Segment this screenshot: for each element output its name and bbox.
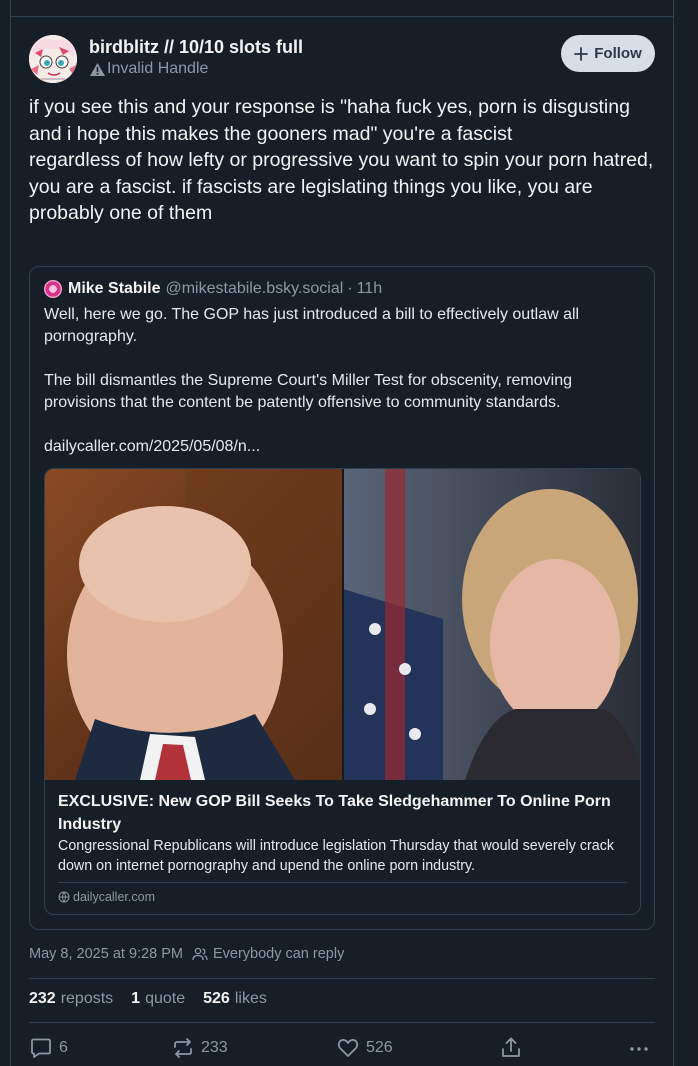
quoted-dot-separator: · — [347, 280, 353, 297]
link-card-divider — [58, 882, 627, 883]
divider — [29, 978, 655, 979]
repost-icon — [174, 1038, 192, 1058]
post-paragraph: regardless of how lefty or progressive y… — [29, 149, 659, 225]
follow-button[interactable]: Follow — [561, 35, 655, 72]
quoted-author-avatar[interactable] — [44, 280, 62, 298]
quoted-post-body: Well, here we go. The GOP has just intro… — [44, 304, 644, 458]
link-card-domain-text: dailycaller.com — [73, 890, 155, 904]
link-preview-card[interactable]: EXCLUSIVE: New GOP Bill Seeks To Take Sl… — [44, 468, 641, 915]
reply-button[interactable]: 6 — [29, 1036, 68, 1060]
handle-status-text: Invalid Handle — [107, 60, 209, 77]
reply-icon — [31, 1038, 51, 1058]
follow-button-label: Follow — [594, 45, 642, 62]
quoted-paragraph: The bill dismantles the Supreme Court's … — [44, 372, 573, 411]
author-display-name[interactable]: birdblitz // 10/10 slots full — [89, 37, 303, 58]
repost-count: 233 — [201, 1039, 228, 1056]
post-actions: 6 233 526 — [29, 1036, 655, 1062]
divider — [29, 1022, 655, 1023]
more-options-button[interactable] — [627, 1036, 651, 1060]
warning-icon — [90, 62, 105, 76]
author-avatar[interactable] — [29, 35, 77, 83]
share-button[interactable] — [499, 1036, 523, 1060]
post-paragraph: if you see this and your response is "ha… — [29, 96, 636, 145]
previous-post-frame — [10, 0, 674, 17]
quoted-post-header: Mike Stabile @mikestabile.bsky.social · … — [44, 280, 382, 298]
globe-icon — [58, 891, 70, 903]
post-timestamp: May 8, 2025 at 9:28 PM — [29, 946, 183, 962]
like-button[interactable]: 526 — [336, 1036, 393, 1060]
quoted-post[interactable]: Mike Stabile @mikestabile.bsky.social · … — [29, 266, 655, 930]
quotes-stat[interactable]: 1 quote — [131, 990, 185, 1008]
quoted-author-handle[interactable]: @mikestabile.bsky.social — [165, 280, 343, 298]
quoted-author-name[interactable]: Mike Stabile — [68, 280, 160, 298]
repost-button[interactable]: 233 — [171, 1036, 228, 1060]
link-card-description: Congressional Republicans will introduce… — [58, 838, 615, 874]
likes-stat[interactable]: 526 likes — [203, 990, 267, 1008]
author-handle[interactable]: Invalid Handle — [89, 60, 208, 78]
reposts-stat[interactable]: 232 reposts — [29, 990, 113, 1008]
heart-icon — [337, 1039, 359, 1057]
reply-count: 6 — [59, 1039, 68, 1056]
link-card-domain: dailycaller.com — [58, 890, 155, 904]
post-meta: May 8, 2025 at 9:28 PM Everybody can rep… — [29, 946, 344, 962]
engagement-stats: 232 reposts 1 quote 526 likes — [29, 990, 285, 1008]
people-icon — [192, 947, 208, 961]
post-body: if you see this and your response is "ha… — [29, 94, 661, 227]
link-preview-image — [45, 469, 640, 780]
like-count: 526 — [366, 1039, 393, 1056]
post-header: birdblitz // 10/10 slots full Invalid Ha… — [29, 33, 655, 83]
share-icon — [502, 1037, 520, 1057]
quoted-post-time: 11h — [356, 280, 383, 297]
more-icon — [630, 1047, 648, 1051]
plus-icon — [574, 46, 589, 61]
quoted-paragraph: Well, here we go. The GOP has just intro… — [44, 306, 580, 345]
reply-setting[interactable]: Everybody can reply — [213, 946, 344, 962]
quoted-link-text[interactable]: dailycaller.com/2025/05/08/n... — [44, 436, 644, 458]
link-card-title: EXCLUSIVE: New GOP Bill Seeks To Take Sl… — [58, 793, 611, 833]
